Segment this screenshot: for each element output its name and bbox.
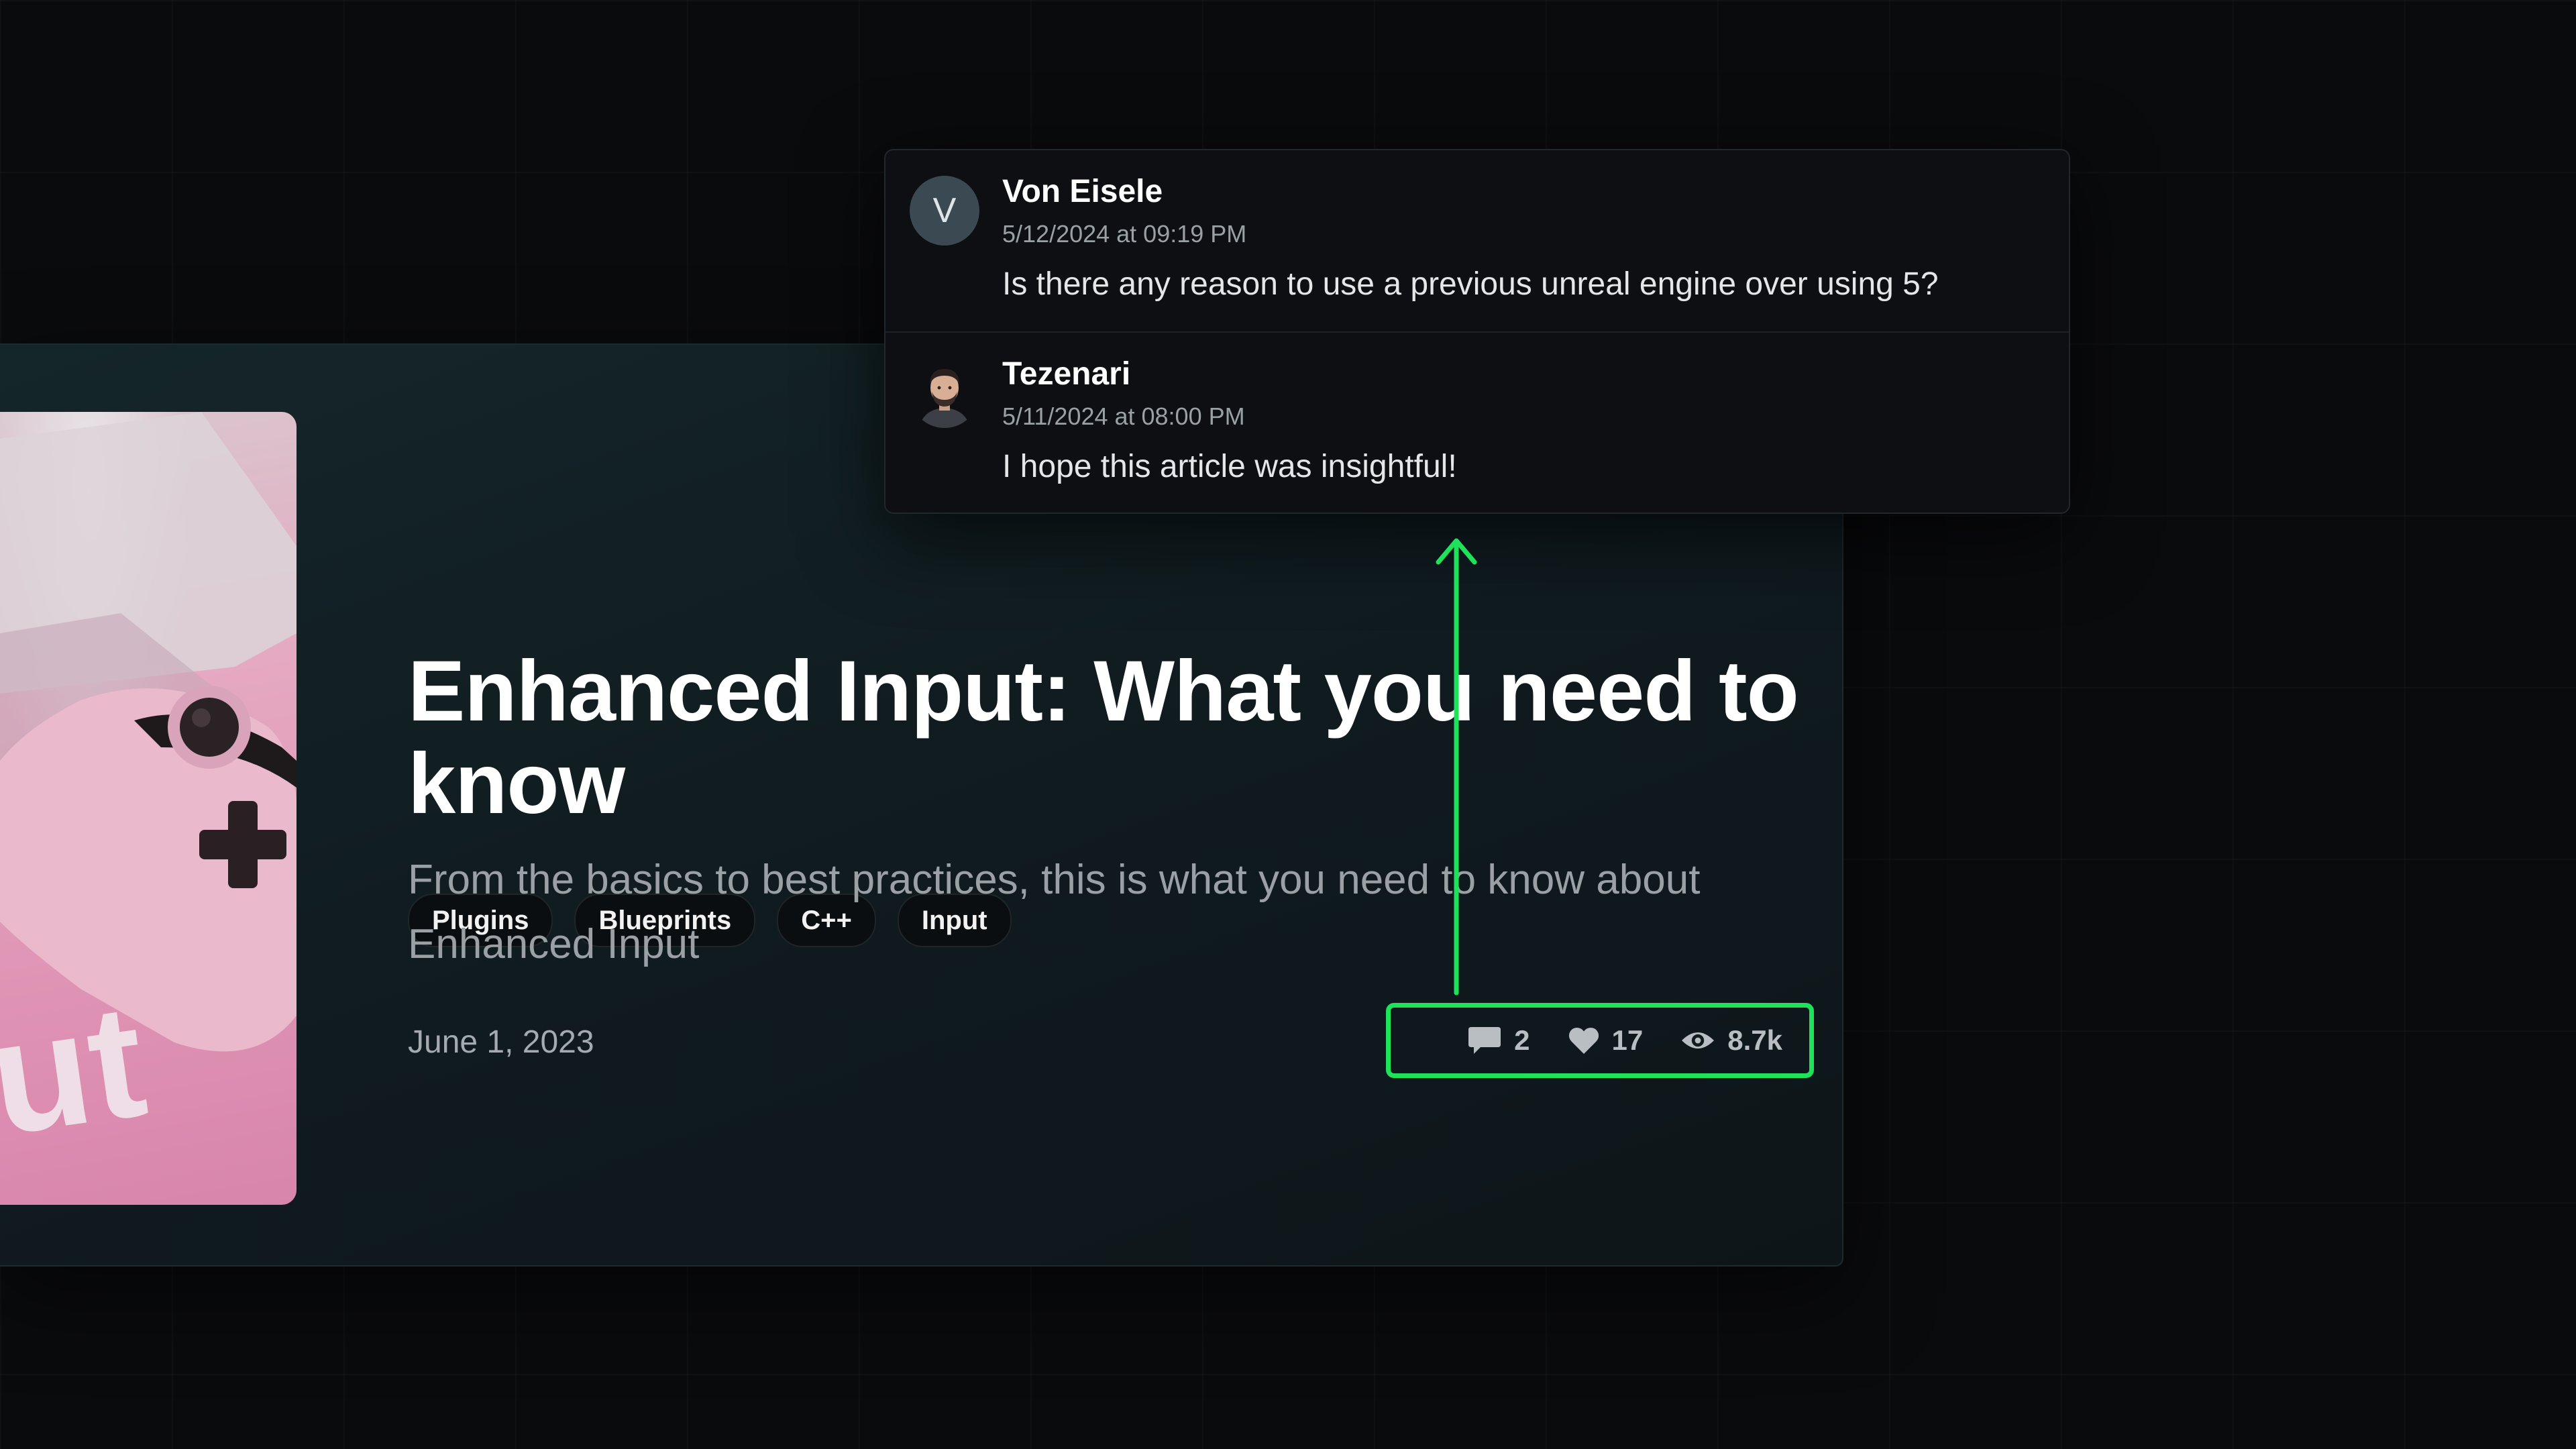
article-title[interactable]: Enhanced Input: What you need to know xyxy=(408,645,1830,830)
avatar xyxy=(910,358,979,428)
comments-popover: V Von Eisele 5/12/2024 at 09:19 PM Is th… xyxy=(884,149,2070,514)
article-date: June 1, 2023 xyxy=(408,1024,594,1060)
view-count: 8.7k xyxy=(1680,1024,1782,1057)
thumbnail-lettering: ut xyxy=(0,969,155,1169)
article-subtitle: From the basics to best practices, this … xyxy=(408,857,1701,967)
comment-timestamp: 5/11/2024 at 08:00 PM xyxy=(1002,402,1245,430)
like-count-button[interactable]: 17 xyxy=(1568,1024,1644,1057)
like-count: 17 xyxy=(1611,1024,1644,1056)
comment-author[interactable]: Tezenari xyxy=(1002,356,1130,392)
comment-count: 2 xyxy=(1514,1024,1530,1056)
heart-icon xyxy=(1568,1028,1599,1054)
comment-text: Is there any reason to use a previous un… xyxy=(1002,266,1939,302)
comment-author[interactable]: Von Eisele xyxy=(1002,173,1163,210)
comment-item: V Von Eisele 5/12/2024 at 09:19 PM Is th… xyxy=(885,150,2069,331)
controller-illustration: ut xyxy=(0,412,297,1169)
article-stats: 2 17 8.7k xyxy=(1386,1003,1814,1078)
eye-icon xyxy=(1682,1032,1715,1049)
comment-count-button[interactable]: 2 xyxy=(1467,1024,1530,1057)
article-thumbnail[interactable]: ut xyxy=(0,412,297,1205)
comment-item: Tezenari 5/11/2024 at 08:00 PM I hope th… xyxy=(885,331,2069,513)
view-count-value: 8.7k xyxy=(1727,1024,1782,1056)
annotation-arrow-icon xyxy=(1436,538,1477,996)
comment-icon xyxy=(1468,1027,1501,1054)
avatar: V xyxy=(910,176,979,246)
comment-timestamp: 5/12/2024 at 09:19 PM xyxy=(1002,220,1247,248)
comment-text: I hope this article was insightful! xyxy=(1002,449,1457,484)
user-portrait-icon xyxy=(910,358,979,428)
